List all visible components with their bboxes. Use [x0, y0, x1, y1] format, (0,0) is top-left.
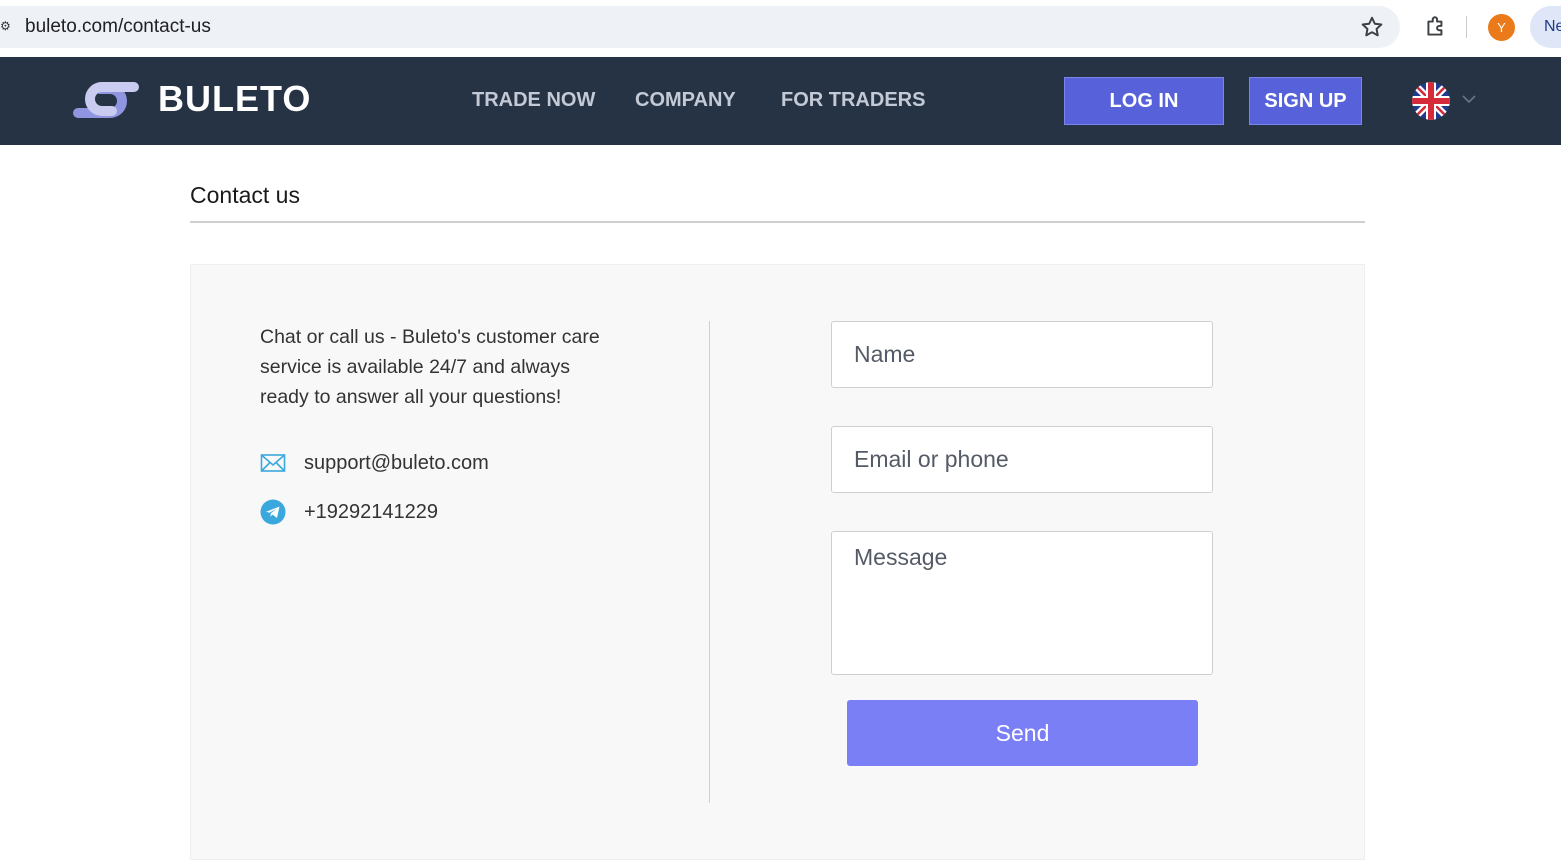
phone-number[interactable]: +19292141229: [304, 501, 438, 524]
bookmark-star-icon[interactable]: [1359, 14, 1385, 40]
title-divider: [190, 221, 1365, 223]
message-textarea[interactable]: [831, 531, 1213, 675]
support-email-link[interactable]: support@buleto.com: [304, 452, 489, 475]
buleto-logo[interactable]: BULETO: [60, 77, 311, 121]
uk-flag-icon[interactable]: [1412, 82, 1450, 120]
logo-text: BULETO: [158, 78, 312, 119]
signup-button[interactable]: SIGN UP: [1249, 77, 1362, 125]
site-info-icon[interactable]: ⚙: [0, 19, 11, 33]
login-button[interactable]: LOG IN: [1064, 77, 1224, 125]
email-contact-row[interactable]: support@buleto.com: [260, 450, 489, 476]
mail-icon: [260, 454, 286, 472]
name-input[interactable]: [831, 321, 1213, 388]
nav-trade-now[interactable]: TRADE NOW: [472, 89, 595, 112]
contact-card: Chat or call us - Buleto's customer care…: [190, 264, 1365, 860]
logo-mark-icon: [73, 82, 139, 118]
intro-text: Chat or call us - Buleto's customer care…: [260, 326, 600, 408]
url-text[interactable]: buleto.com/contact-us: [25, 16, 211, 38]
chevron-down-icon[interactable]: [1461, 93, 1477, 105]
vertical-divider: [709, 321, 710, 803]
toolbar-separator: [1466, 16, 1467, 38]
profile-avatar[interactable]: Y: [1488, 14, 1515, 41]
nav-company[interactable]: COMPANY: [635, 89, 736, 112]
site-header: BULETO TRADE NOW COMPANY FOR TRADERS LOG…: [0, 57, 1561, 145]
telegram-icon: [260, 499, 286, 525]
phone-contact-row[interactable]: +19292141229: [260, 499, 438, 525]
new-chip-button[interactable]: Ne: [1530, 6, 1561, 48]
extensions-icon[interactable]: [1423, 14, 1449, 40]
page-title: Contact us: [190, 182, 300, 208]
nav-for-traders[interactable]: FOR TRADERS: [781, 89, 925, 112]
browser-toolbar: ⚙ buleto.com/contact-us Y Ne: [0, 0, 1561, 57]
email-or-phone-input[interactable]: [831, 426, 1213, 493]
send-button[interactable]: Send: [847, 700, 1198, 766]
